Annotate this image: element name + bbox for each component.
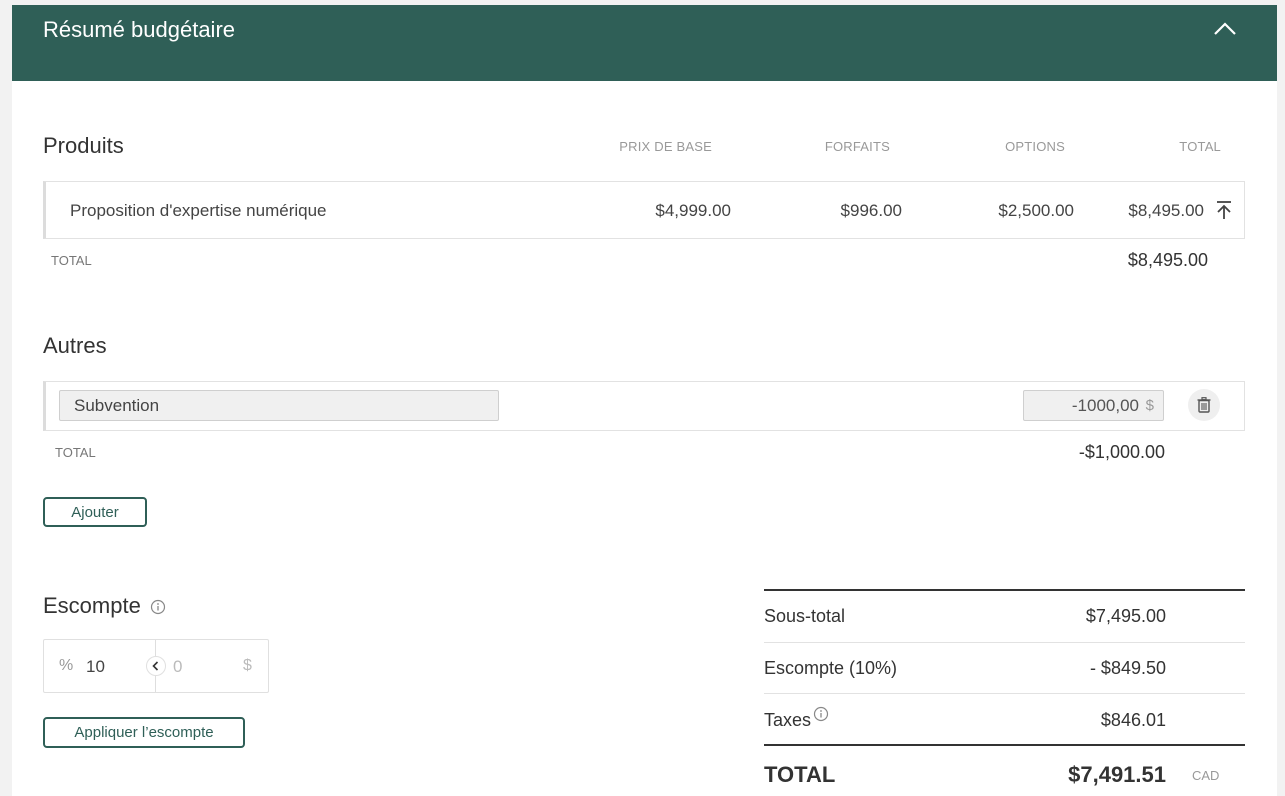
product-base-price: $4,999.00 [655, 201, 731, 220]
amount-placeholder: 0 [173, 657, 183, 676]
discount-info-button[interactable] [150, 599, 166, 615]
discount-title: Escompte [43, 593, 141, 618]
collapse-button[interactable] [1210, 17, 1240, 41]
discount-input-group: % 10 0 $ [43, 639, 269, 693]
delete-button[interactable] [1188, 389, 1220, 421]
percent-symbol: % [59, 657, 74, 674]
other-row: -1000,00 $ [43, 381, 1245, 431]
taxes-info-button[interactable] [813, 706, 829, 722]
products-total-label: TOTAL [51, 253, 92, 268]
discount-amount-input[interactable]: 0 $ [157, 640, 269, 692]
arrow-to-top-icon [1217, 201, 1231, 219]
trash-icon [1197, 397, 1211, 413]
other-amount-input[interactable]: -1000,00 $ [1023, 390, 1164, 421]
move-to-top-button[interactable] [1212, 198, 1236, 222]
product-name: Proposition d'expertise numérique [70, 201, 327, 220]
product-options: $2,500.00 [998, 201, 1074, 220]
add-button[interactable]: Ajouter [43, 497, 147, 527]
budget-summary-header: Résumé budgétaire [12, 5, 1277, 81]
grand-total-label: TOTAL [764, 762, 836, 787]
budget-summary-card: Résumé budgétaire Produits PRIX DE BASE … [12, 5, 1277, 796]
currency-code: CAD [1192, 768, 1220, 783]
currency-symbol: $ [1145, 397, 1154, 414]
amount-symbol: $ [243, 657, 252, 674]
others-total-label: TOTAL [55, 445, 96, 460]
others-title: Autres [43, 333, 107, 358]
discount-summary-row: Escompte (10%) - $849.50 [764, 643, 1245, 694]
percent-value: 10 [86, 657, 105, 676]
section-title: Résumé budgétaire [43, 17, 236, 42]
subtotal-row: Sous-total $7,495.00 [764, 591, 1245, 643]
chevron-up-icon [1214, 22, 1236, 35]
column-base-price: PRIX DE BASE [619, 139, 712, 154]
taxes-label: Taxes [764, 710, 812, 730]
other-name-input[interactable] [59, 390, 499, 421]
apply-discount-button[interactable]: Appliquer l’escompte [43, 717, 245, 748]
products-total-value: $8,495.00 [1127, 250, 1208, 270]
product-packages: $996.00 [840, 201, 902, 220]
other-amount-value: -1000,00 [1071, 396, 1139, 415]
product-row: Proposition d'expertise numérique $4,999… [43, 181, 1245, 239]
discount-summary-value: - $849.50 [1089, 658, 1166, 678]
grand-total-value: $7,491.51 [1068, 762, 1166, 787]
products-title: Produits [43, 133, 124, 158]
info-icon [813, 706, 829, 722]
taxes-row: Taxes $846.01 [764, 694, 1245, 746]
info-icon [150, 599, 166, 615]
subtotal-label: Sous-total [764, 606, 846, 626]
subtotal-value: $7,495.00 [1085, 606, 1166, 626]
column-packages: FORFAITS [824, 139, 890, 154]
product-total: $8,495.00 [1128, 201, 1204, 220]
discount-summary-label: Escompte (10%) [764, 658, 898, 678]
discount-percent-input[interactable]: % 10 [44, 640, 156, 692]
others-total-value: -$1,000.00 [1078, 442, 1165, 462]
column-total: TOTAL [1179, 139, 1221, 154]
column-options: OPTIONS [1005, 139, 1065, 154]
taxes-value: $846.01 [1100, 710, 1166, 730]
grand-total-row: TOTAL $7,491.51 CAD [764, 746, 1245, 796]
